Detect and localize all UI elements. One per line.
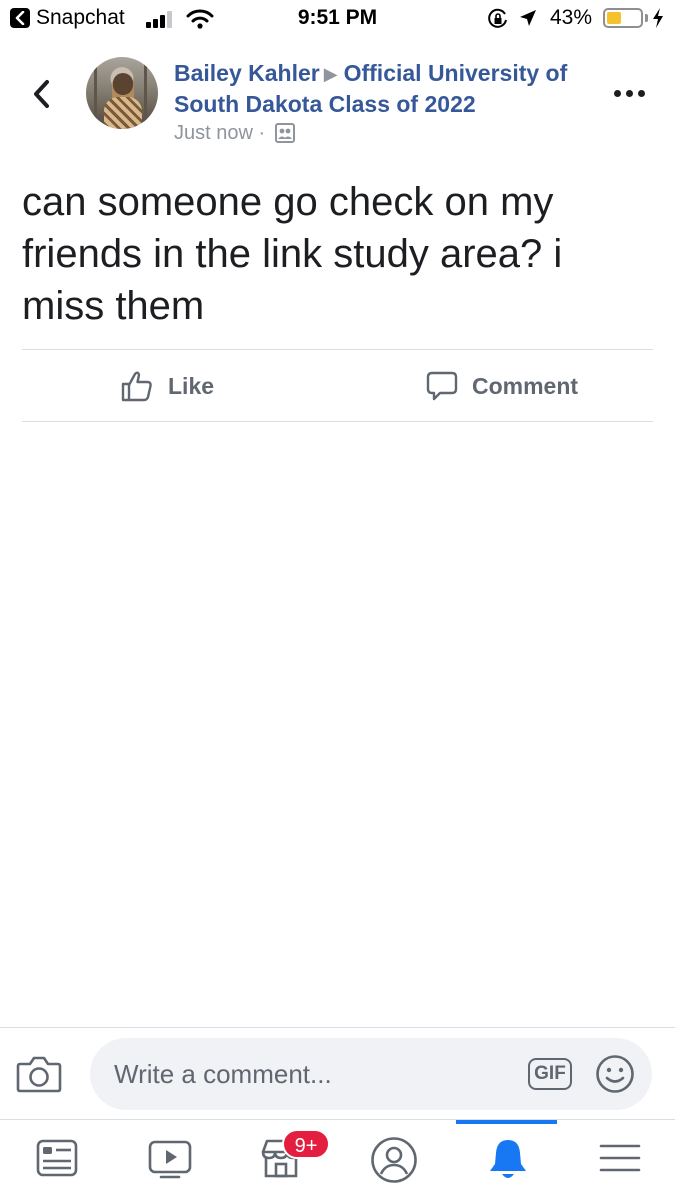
emoji-icon [596,1055,634,1093]
post-title: Bailey Kahler ▶ Official University of Sou… [174,58,604,119]
battery-percent: 43% [550,6,593,29]
tab-watch[interactable] [147,1136,193,1185]
like-label: Like [168,372,215,399]
more-button[interactable] [612,84,648,104]
divider-top [22,349,653,350]
author-name[interactable]: Bailey Kahler [174,60,320,86]
gif-button[interactable]: GIF [528,1058,572,1090]
watch-icon [148,1140,192,1179]
like-icon [121,371,152,402]
tab-profile[interactable] [370,1136,418,1189]
like-button[interactable]: Like [120,366,214,406]
emoji-button[interactable] [595,1054,635,1099]
profile-icon [371,1137,417,1183]
tab-news-feed[interactable] [35,1136,79,1185]
back-button[interactable] [28,76,58,112]
battery-icon [603,8,643,28]
tab-bar [0,1119,675,1201]
post-meta: Just now · [174,122,295,149]
orientation-lock-icon [487,8,509,35]
status-bar: Snapchat 9:51 PM 43% [0,0,675,38]
divider-bottom [22,421,653,422]
comment-button[interactable]: Comment [426,366,578,406]
active-tab-indicator [456,1120,557,1124]
bell-icon [490,1140,526,1178]
arrow-right-icon: ▶ [323,64,338,84]
avatar[interactable] [86,57,158,129]
comment-icon [426,371,458,401]
location-icon [518,8,538,33]
meta-separator: · [258,122,266,144]
tab-notifications[interactable] [486,1136,530,1187]
camera-button[interactable] [16,1054,62,1099]
charging-icon [652,7,664,34]
comment-placeholder: Write a comment... [114,1059,332,1089]
battery-cap [645,14,648,22]
comment-label: Comment [472,372,579,399]
menu-icon [599,1144,641,1172]
post-timestamp[interactable]: Just now [174,122,253,144]
group-icon [274,123,295,149]
marketplace-badge: 9+ [282,1129,330,1159]
chevron-left-icon [34,80,49,108]
tab-menu[interactable] [598,1136,642,1185]
news-feed-icon [36,1139,78,1177]
post-text: can someone go check on my friends in th… [22,180,563,328]
camera-icon [16,1056,62,1093]
